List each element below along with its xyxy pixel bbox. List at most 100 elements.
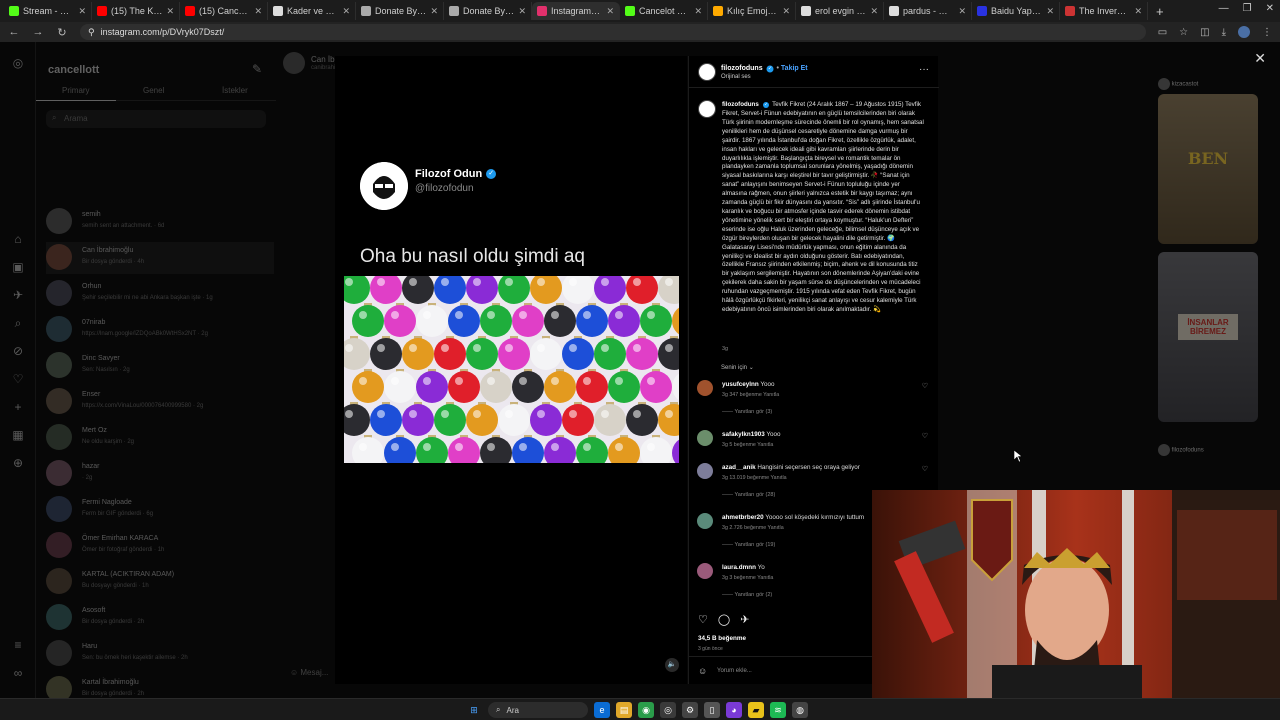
view-replies-button[interactable]: —— Yanıtları gör (28) <box>722 492 775 498</box>
commenter-name[interactable]: yusufceylnn <box>722 381 759 388</box>
explore-icon[interactable]: ⊘ <box>11 344 25 358</box>
browser-tab[interactable]: Baidu Yapay Zeka A ✕ <box>972 2 1060 20</box>
bookmark-star-icon[interactable]: ☆ <box>1179 27 1188 38</box>
tab-close-icon[interactable]: ✕ <box>958 6 966 17</box>
mute-toggle-icon[interactable]: 🔈 <box>665 658 679 672</box>
view-replies-button[interactable]: —— Yanıtları gör (19) <box>722 542 775 548</box>
conversation-item[interactable]: Dinc Savyer Sen: Nasılsın · 2g <box>46 350 274 382</box>
view-replies-button[interactable]: —— Yanıtları gör (2) <box>722 592 772 598</box>
commenter-avatar[interactable] <box>697 563 713 579</box>
comment-like-icon[interactable]: ♡ <box>922 382 928 390</box>
browser-tab[interactable]: (15) Cancelot - YouT✕ <box>180 2 268 20</box>
home-icon[interactable]: ⌂ <box>11 232 25 246</box>
tab-primary[interactable]: Primary <box>62 86 90 95</box>
document-icon[interactable]: ▯ <box>704 702 720 718</box>
conversation-item[interactable]: hazar · 2g <box>46 458 274 490</box>
commenter-avatar[interactable] <box>697 513 713 529</box>
chrome-icon[interactable]: ◉ <box>638 702 654 718</box>
app-icon[interactable]: ◎ <box>660 702 676 718</box>
browser-tab[interactable]: (15) The Knights of ✕ <box>92 2 180 20</box>
browser-tab[interactable]: Donate ByNoGame✕ <box>444 2 532 20</box>
more-options-icon[interactable]: ··· <box>919 64 929 75</box>
view-replies-button[interactable]: —— Yanıtları gör (3) <box>722 409 772 415</box>
share-send-icon[interactable]: ✈ <box>740 613 749 626</box>
commenter-avatar[interactable] <box>697 380 713 396</box>
spotify-icon[interactable]: ≋ <box>770 702 786 718</box>
meta-icon[interactable]: ∞ <box>11 666 25 680</box>
browser-tab[interactable]: Kader ve Seçim Mi ✕ <box>268 2 356 20</box>
search-nav-icon[interactable]: ⌕ <box>11 316 25 330</box>
close-modal-icon[interactable]: ✕ <box>1254 50 1266 67</box>
post-media[interactable]: Filozof Odun ✓ @filozofodun Oha bu nasıl… <box>335 56 687 684</box>
taskbar-search[interactable]: ⌕ Ara <box>488 702 588 718</box>
commenter-name[interactable]: ahmetbrber20 <box>722 514 764 521</box>
reload-icon[interactable]: ↻ <box>56 26 68 39</box>
site-info-icon[interactable]: ⚲ <box>88 27 95 38</box>
instagram-logo-icon[interactable]: ◎ <box>11 56 25 70</box>
threads-icon[interactable]: ⊕ <box>11 456 25 470</box>
conversation-item[interactable]: Orhun Şehir seçilebilir mi ne abi Ankara … <box>46 278 274 310</box>
tab-requests[interactable]: İstekler <box>222 86 248 95</box>
tab-close-icon[interactable]: ✕ <box>870 6 878 17</box>
tab-close-icon[interactable]: ✕ <box>78 6 86 17</box>
conversation-item[interactable]: Haru Sen: bu örnek heri kaşektir ailemse … <box>46 638 274 670</box>
menu-kebab-icon[interactable]: ⋮ <box>1262 27 1272 38</box>
windows-start-icon[interactable]: ⊞ <box>466 702 482 718</box>
comment-icon[interactable]: ◯ <box>718 613 730 626</box>
profile-avatar[interactable] <box>1238 26 1250 38</box>
url-field[interactable]: ⚲ instagram.com/p/DVryk07Dszt/ <box>80 24 1146 40</box>
like-count[interactable]: 34,5 B beğenme <box>698 635 746 642</box>
extensions-icon[interactable]: ◫ <box>1200 27 1209 38</box>
browser-tab[interactable]: The Inverse Depen ✕ <box>1060 2 1148 20</box>
tab-close-icon[interactable]: ✕ <box>430 6 438 17</box>
conversation-item[interactable]: Asosoft Bir dosya gönderdi · 2h <box>46 602 274 634</box>
tab-close-icon[interactable]: ✕ <box>1046 6 1054 17</box>
comment-like-icon[interactable]: ♡ <box>922 465 928 473</box>
comment-sort-dropdown[interactable]: Senin için ⌄ <box>721 364 754 371</box>
create-plus-icon[interactable]: + <box>11 400 25 414</box>
inbox-search-input[interactable]: ⌕ Arama <box>46 110 266 128</box>
minimize-icon[interactable]: — <box>1219 3 1229 14</box>
reel-thumbnail[interactable]: İNSANLAR BİREMEZ <box>1158 252 1258 422</box>
conversation-item[interactable]: Fermi Nagloade Ferm bir GIF gönderdi · 6g <box>46 494 274 526</box>
browser-tab[interactable]: pardus - Google'da ✕ <box>884 2 972 20</box>
commenter-name[interactable]: laura.dmnn <box>722 564 756 571</box>
add-comment-input[interactable]: Yorum ekle... <box>717 668 752 674</box>
conversation-item[interactable]: Mert Oz Ne oldu karşim · 2g <box>46 422 274 454</box>
commenter-avatar[interactable] <box>697 430 713 446</box>
tab-close-icon[interactable]: ✕ <box>782 6 790 17</box>
tab-close-icon[interactable]: ✕ <box>254 6 262 17</box>
discord-icon[interactable]: ◕ <box>726 702 742 718</box>
settings-gear-icon[interactable]: ⚙ <box>682 702 698 718</box>
commenter-name[interactable]: safakylkn1903 <box>722 431 765 438</box>
browser-tab[interactable]: Stream - Kick Dashb ✕ <box>4 2 92 20</box>
conversation-item[interactable]: 07nirab https://lnam.google/lZDQoABk0WtHS… <box>46 314 274 346</box>
like-heart-icon[interactable]: ♡ <box>698 613 708 626</box>
download-icon[interactable]: ⤓ <box>1222 27 1226 38</box>
forward-icon[interactable]: → <box>32 26 44 38</box>
browser-tab[interactable]: Cancelot Stream - V ✕ <box>620 2 708 20</box>
browser-tab[interactable]: Instagram • Me ✕ <box>532 2 620 20</box>
tab-general[interactable]: Genel <box>143 86 164 95</box>
conversation-item[interactable]: KARTAL (ACIKTIRAN ADAM) Bu dosyayı gönder… <box>46 566 274 598</box>
message-input[interactable]: ☺ Mesaj... <box>290 668 328 677</box>
conversation-item[interactable]: Enser https://x.com/VinaLou/0000764009995… <box>46 386 274 418</box>
tab-close-icon[interactable]: ✕ <box>166 6 174 17</box>
post-author[interactable]: filozofoduns <box>721 65 763 72</box>
emoji-icon[interactable]: ☺ <box>698 666 707 676</box>
obs-icon[interactable]: ◍ <box>792 702 808 718</box>
tab-close-icon[interactable]: ✕ <box>342 6 350 17</box>
more-menu-icon[interactable]: ≡ <box>11 638 25 652</box>
conversation-item[interactable]: Can İbrahimoğlu Bir dosya gönderdi · 4h <box>46 242 274 274</box>
commenter-name[interactable]: azad__anik <box>722 464 756 471</box>
follow-button[interactable]: Takip Et <box>781 65 808 72</box>
tab-close-icon[interactable]: ✕ <box>518 6 526 17</box>
messages-icon[interactable]: ✈ <box>11 288 25 302</box>
notifications-heart-icon[interactable]: ♡ <box>11 372 25 386</box>
back-icon[interactable]: ← <box>8 26 20 38</box>
file-explorer-icon[interactable]: ▤ <box>616 702 632 718</box>
conversation-item[interactable]: semih semih sent an attachment. · 6d <box>46 206 274 238</box>
comment-like-icon[interactable]: ♡ <box>922 432 928 440</box>
sticky-notes-icon[interactable]: ▰ <box>748 702 764 718</box>
new-tab-icon[interactable]: + <box>1148 4 1172 19</box>
